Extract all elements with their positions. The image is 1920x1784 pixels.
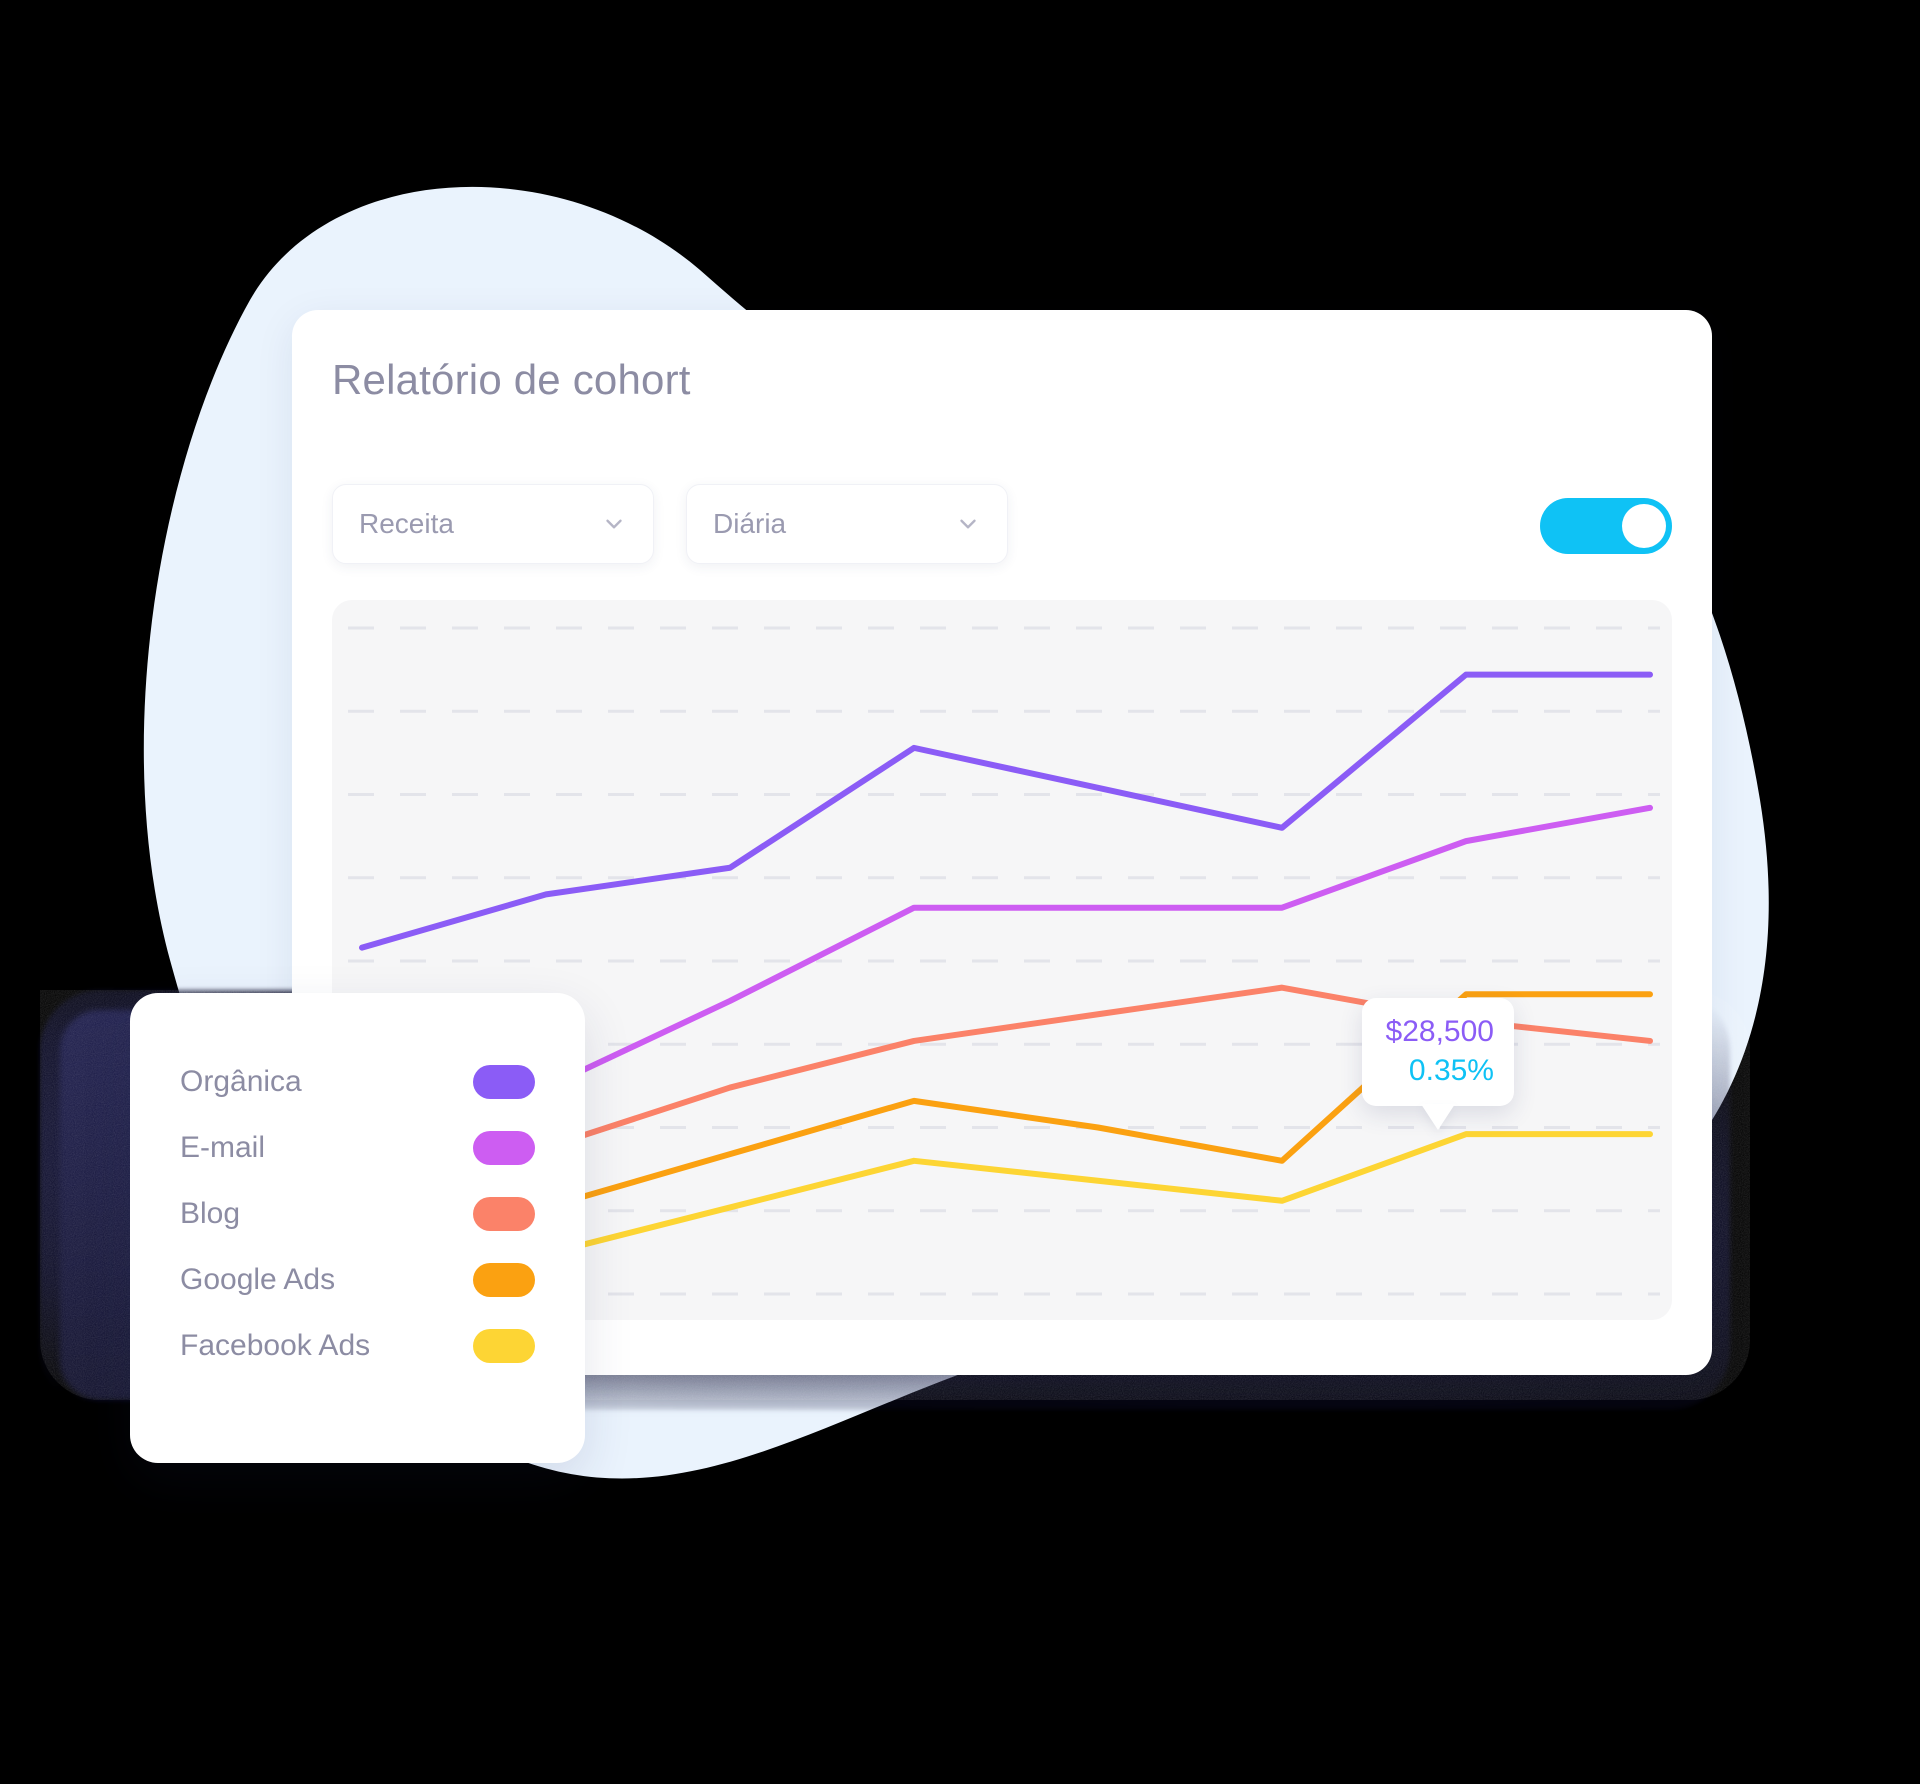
legend-item-label: Facebook Ads [180,1329,371,1362]
chart-legend-card: Orgânica E-mail Blog Google Ads Facebook Ads [130,993,585,1463]
period-select-value: Diária [713,508,787,539]
legend-color-swatch [473,1131,535,1165]
legend-color-swatch [473,1197,535,1231]
period-select[interactable]: Diária [686,484,1008,564]
page-title: Relatório de cohort [332,356,691,403]
metric-select[interactable]: Receita [332,484,654,564]
metric-select-value: Receita [359,508,454,539]
legend-color-swatch [473,1263,535,1297]
legend-item-label: E-mail [180,1131,266,1164]
legend-item-label: Google Ads [180,1263,336,1296]
legend-color-swatch [473,1065,535,1099]
legend-item-label: Blog [180,1197,241,1230]
legend-color-swatch [473,1329,535,1363]
chevron-down-icon [601,511,627,537]
toggle-knob [1622,504,1666,548]
legend-item[interactable]: Facebook Ads [180,1313,535,1379]
legend-item[interactable]: Google Ads [180,1247,535,1313]
tooltip-arrow [1421,1104,1455,1130]
data-point-tooltip: $28,500 0.35% [1362,998,1514,1130]
compare-toggle[interactable] [1540,498,1672,554]
controls-row: Receita Diária [332,484,1008,564]
tooltip-value: $28,500 [1385,1015,1494,1048]
legend-item[interactable]: E-mail [180,1115,535,1181]
legend-item[interactable]: Orgânica [180,1049,535,1115]
chevron-down-icon [955,511,981,537]
legend-item[interactable]: Blog [180,1181,535,1247]
tooltip-percent: 0.35% [1408,1054,1494,1087]
legend-item-label: Orgânica [180,1065,302,1098]
screenshot-root: Relatório de cohort Receita Diária $28,5… [0,0,1920,1784]
